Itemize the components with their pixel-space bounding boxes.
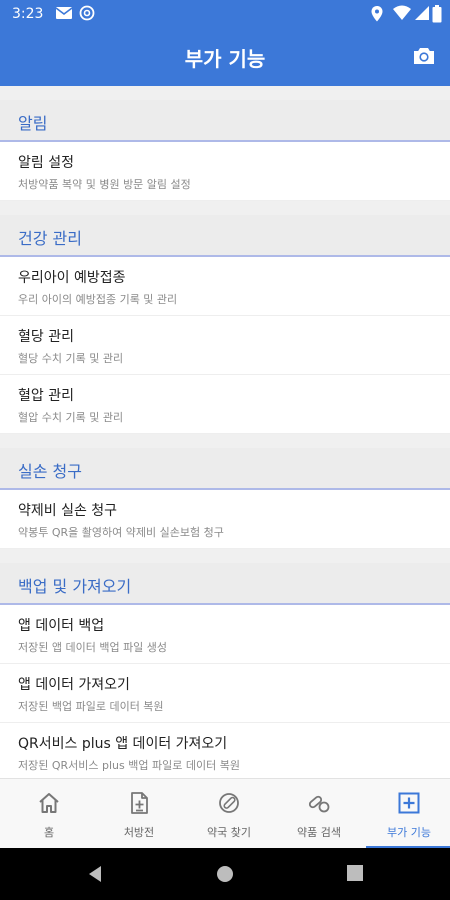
import-data-item[interactable]: 앱 데이터 가져오기 저장된 백업 파일로 데이터 복원 (0, 664, 450, 723)
battery-icon (432, 5, 442, 23)
nav-label: 부가 기능 (387, 826, 431, 839)
page-title: 부가 기능 (184, 47, 266, 71)
system-nav-bar (0, 848, 450, 900)
item-subtitle: 저장된 QR서비스 plus 백업 파일로 데이터 복원 (18, 759, 240, 772)
import-qr-plus-data-item[interactable]: QR서비스 plus 앱 데이터 가져오기 저장된 QR서비스 plus 백업 … (0, 723, 450, 778)
home-button-icon[interactable] (216, 865, 234, 883)
item-title: 앱 데이터 가져오기 (18, 677, 130, 693)
settings-list: 알림 알림 설정 처방약품 복약 및 병원 방문 알림 설정 건강 관리 우리아… (0, 86, 450, 778)
pharmacy-search-icon (219, 793, 239, 813)
notification-settings-item[interactable]: 알림 설정 처방약품 복약 및 병원 방문 알림 설정 (0, 142, 450, 201)
item-subtitle: 우리 아이의 예방접종 기록 및 관리 (18, 293, 178, 306)
section-header-claims: 실손 청구 (0, 448, 450, 490)
app-bar: 부가 기능 (0, 28, 450, 86)
section-header-notifications: 알림 (0, 100, 450, 142)
item-subtitle: 혈압 수치 기록 및 관리 (18, 411, 124, 424)
item-title: QR서비스 plus 앱 데이터 가져오기 (18, 736, 228, 752)
add-box-icon (398, 792, 420, 814)
home-icon (39, 793, 59, 813)
section-title: 건강 관리 (18, 229, 82, 248)
section-title: 알림 (18, 114, 48, 133)
at-sign-icon (79, 5, 95, 21)
prescription-icon (131, 792, 148, 814)
section-header-backup: 백업 및 가져오기 (0, 563, 450, 605)
item-title: 약제비 실손 청구 (18, 503, 118, 519)
section-header-health: 건강 관리 (0, 215, 450, 257)
blood-pressure-item[interactable]: 혈압 관리 혈압 수치 기록 및 관리 (0, 375, 450, 434)
item-subtitle: 처방약품 복약 및 병원 방문 알림 설정 (18, 178, 191, 191)
item-title: 혈압 관리 (18, 388, 74, 404)
wifi-icon (393, 5, 411, 20)
item-title: 우리아이 예방접종 (18, 270, 126, 286)
section-title: 실손 청구 (18, 462, 82, 481)
backup-data-item[interactable]: 앱 데이터 백업 저장된 앱 데이터 백업 파일 생성 (0, 605, 450, 664)
nav-prescription[interactable]: 처방전 (94, 779, 184, 849)
section-gap (0, 434, 450, 448)
location-icon (371, 6, 383, 22)
back-icon[interactable] (87, 865, 103, 883)
bottom-nav: 홈 처방전 약국 찾기 약품 검색 부가 기능 (0, 778, 450, 849)
item-subtitle: 저장된 백업 파일로 데이터 복원 (18, 700, 164, 713)
nav-label: 약국 찾기 (207, 826, 251, 839)
item-title: 앱 데이터 백업 (18, 618, 105, 634)
status-bar: 3:23 (0, 0, 450, 28)
section-gap (0, 549, 450, 563)
item-title: 혈당 관리 (18, 329, 74, 345)
nav-home[interactable]: 홈 (4, 779, 94, 849)
nav-pill-search[interactable]: 약품 검색 (274, 779, 364, 849)
section-title: 백업 및 가져오기 (18, 577, 132, 596)
item-title: 알림 설정 (18, 155, 74, 171)
nav-label: 홈 (43, 826, 55, 839)
blood-sugar-item[interactable]: 혈당 관리 혈당 수치 기록 및 관리 (0, 316, 450, 375)
recents-icon[interactable] (347, 865, 363, 881)
insurance-claim-item[interactable]: 약제비 실손 청구 약봉투 QR을 촬영하여 약제비 실손보험 청구 (0, 490, 450, 549)
nav-label: 약품 검색 (297, 826, 341, 839)
item-subtitle: 혈당 수치 기록 및 관리 (18, 352, 124, 365)
section-gap (0, 86, 450, 100)
mail-icon (55, 7, 73, 19)
vaccination-item[interactable]: 우리아이 예방접종 우리 아이의 예방접종 기록 및 관리 (0, 257, 450, 316)
nav-pharmacy-search[interactable]: 약국 찾기 (184, 779, 274, 849)
signal-icon (415, 6, 429, 20)
item-subtitle: 저장된 앱 데이터 백업 파일 생성 (18, 641, 168, 654)
section-gap (0, 201, 450, 215)
nav-label: 처방전 (123, 826, 155, 839)
nav-extra-features[interactable]: 부가 기능 (364, 779, 450, 849)
item-subtitle: 약봉투 QR을 촬영하여 약제비 실손보험 청구 (18, 526, 224, 539)
camera-icon[interactable] (412, 44, 436, 68)
pill-search-icon (308, 795, 330, 813)
status-time: 3:23 (12, 6, 44, 22)
